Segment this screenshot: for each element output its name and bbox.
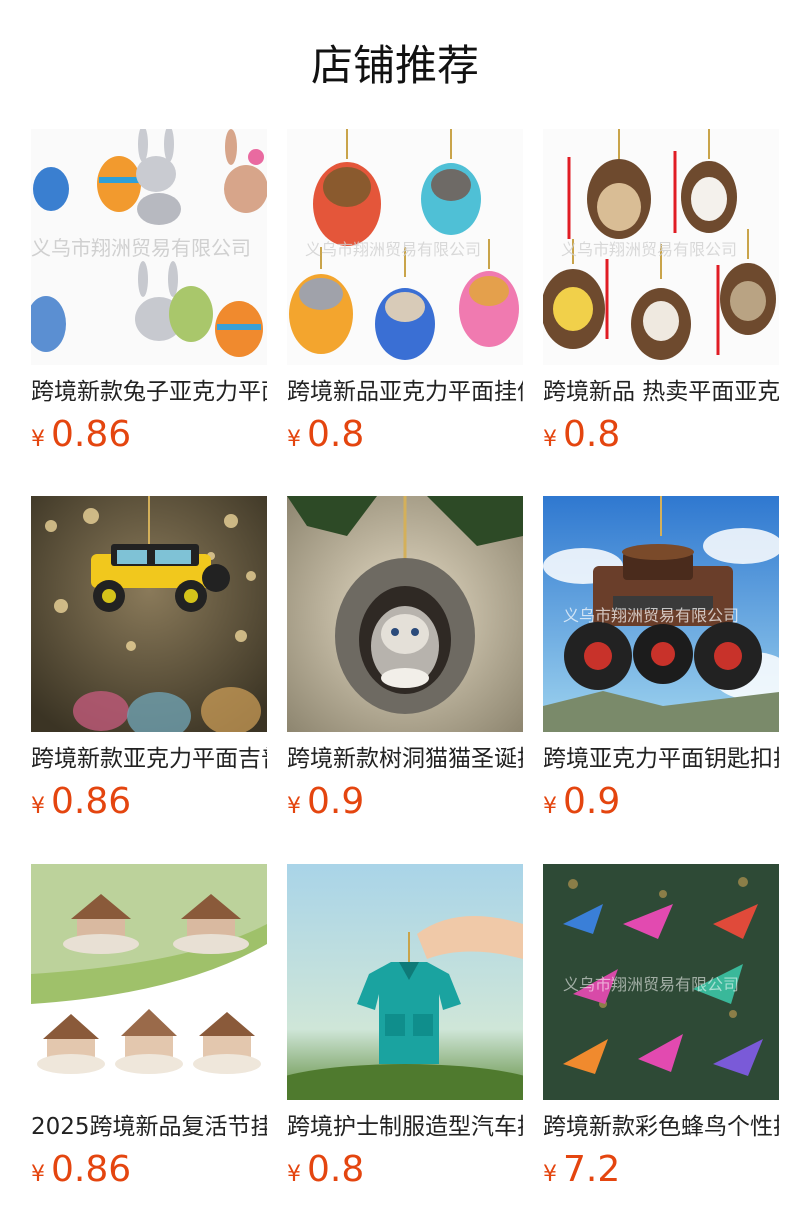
currency-symbol: ¥ bbox=[287, 794, 301, 819]
product-price: ¥0.9 bbox=[543, 782, 779, 822]
price-value: 0.9 bbox=[563, 781, 621, 822]
product-name[interactable]: 跨境护士制服造型汽车挂件 bbox=[287, 1112, 523, 1142]
price-value: 0.8 bbox=[307, 1149, 365, 1190]
watermark: 义乌市翔洲贸易有限公司 bbox=[561, 240, 737, 259]
product-image[interactable]: 义乌市翔洲贸易有限公司 bbox=[287, 129, 523, 365]
product-image[interactable] bbox=[31, 496, 267, 732]
product-card[interactable]: 2025跨境新品复活节挂件 ¥0.86 bbox=[31, 864, 267, 1190]
product-name[interactable]: 2025跨境新品复活节挂件 bbox=[31, 1112, 267, 1142]
product-image[interactable]: 义乌市翔洲贸易有限公司 bbox=[543, 864, 779, 1100]
price-value: 0.86 bbox=[51, 781, 132, 822]
product-price: ¥0.8 bbox=[287, 1150, 523, 1190]
product-card[interactable]: 义乌市翔洲贸易有限公司 跨境新品亚克力平面挂件 ¥0.8 bbox=[287, 129, 523, 455]
product-name[interactable]: 跨境新品 热卖平面亚克力 bbox=[543, 377, 779, 407]
product-card[interactable]: 跨境护士制服造型汽车挂件 ¥0.8 bbox=[287, 864, 523, 1190]
product-price: ¥0.8 bbox=[543, 415, 779, 455]
product-card[interactable]: 义乌市翔洲贸易有限公司 跨境新款彩色蜂鸟个性挂件 ¥7.2 bbox=[543, 864, 779, 1190]
product-image[interactable]: 义乌市翔洲贸易有限公司 bbox=[31, 129, 267, 365]
currency-symbol: ¥ bbox=[287, 1162, 301, 1187]
product-card[interactable]: 义乌市翔洲贸易有限公司 跨境新品 热卖平面亚克力 ¥0.8 bbox=[543, 129, 779, 455]
product-image[interactable] bbox=[287, 496, 523, 732]
product-price: ¥0.8 bbox=[287, 415, 523, 455]
currency-symbol: ¥ bbox=[31, 427, 45, 452]
price-value: 0.8 bbox=[563, 414, 621, 455]
product-price: ¥7.2 bbox=[543, 1150, 779, 1190]
page-title: 店铺推荐 bbox=[310, 41, 479, 90]
product-card[interactable]: 跨境新款亚克力平面吉普车 ¥0.86 bbox=[31, 496, 267, 822]
currency-symbol: ¥ bbox=[543, 794, 557, 819]
currency-symbol: ¥ bbox=[543, 427, 557, 452]
currency-symbol: ¥ bbox=[31, 794, 45, 819]
price-value: 7.2 bbox=[563, 1149, 621, 1190]
product-name[interactable]: 跨境新款树洞猫猫圣诞挂件 bbox=[287, 744, 523, 774]
price-value: 0.8 bbox=[307, 414, 365, 455]
product-card[interactable]: 义乌市翔洲贸易有限公司 跨境亚克力平面钥匙扣挂件 ¥0.9 bbox=[543, 496, 779, 822]
watermark: 义乌市翔洲贸易有限公司 bbox=[31, 236, 251, 260]
price-value: 0.86 bbox=[51, 414, 132, 455]
product-image[interactable] bbox=[287, 864, 523, 1100]
currency-symbol: ¥ bbox=[287, 427, 301, 452]
product-price: ¥0.86 bbox=[31, 782, 267, 822]
product-card[interactable]: 跨境新款树洞猫猫圣诞挂件 ¥0.9 bbox=[287, 496, 523, 822]
product-name[interactable]: 跨境新款亚克力平面吉普车 bbox=[31, 744, 267, 774]
product-image[interactable]: 义乌市翔洲贸易有限公司 bbox=[543, 496, 779, 732]
product-price: ¥0.86 bbox=[31, 1150, 267, 1190]
watermark: 义乌市翔洲贸易有限公司 bbox=[305, 240, 481, 259]
currency-symbol: ¥ bbox=[543, 1162, 557, 1187]
product-price: ¥0.9 bbox=[287, 782, 523, 822]
product-card[interactable]: 义乌市翔洲贸易有限公司 跨境新款兔子亚克力平面挂件 ¥0.86 bbox=[31, 129, 267, 455]
product-price: ¥0.86 bbox=[31, 415, 267, 455]
price-value: 0.9 bbox=[307, 781, 365, 822]
product-name[interactable]: 跨境新品亚克力平面挂件 bbox=[287, 377, 523, 407]
product-image[interactable]: 义乌市翔洲贸易有限公司 bbox=[543, 129, 779, 365]
currency-symbol: ¥ bbox=[31, 1162, 45, 1187]
watermark: 义乌市翔洲贸易有限公司 bbox=[563, 975, 739, 994]
price-value: 0.86 bbox=[51, 1149, 132, 1190]
product-name[interactable]: 跨境新款彩色蜂鸟个性挂件 bbox=[543, 1112, 779, 1142]
product-name[interactable]: 跨境新款兔子亚克力平面挂件 bbox=[31, 377, 267, 407]
watermark: 义乌市翔洲贸易有限公司 bbox=[563, 606, 739, 625]
product-name[interactable]: 跨境亚克力平面钥匙扣挂件 bbox=[543, 744, 779, 774]
product-image[interactable] bbox=[31, 864, 267, 1100]
